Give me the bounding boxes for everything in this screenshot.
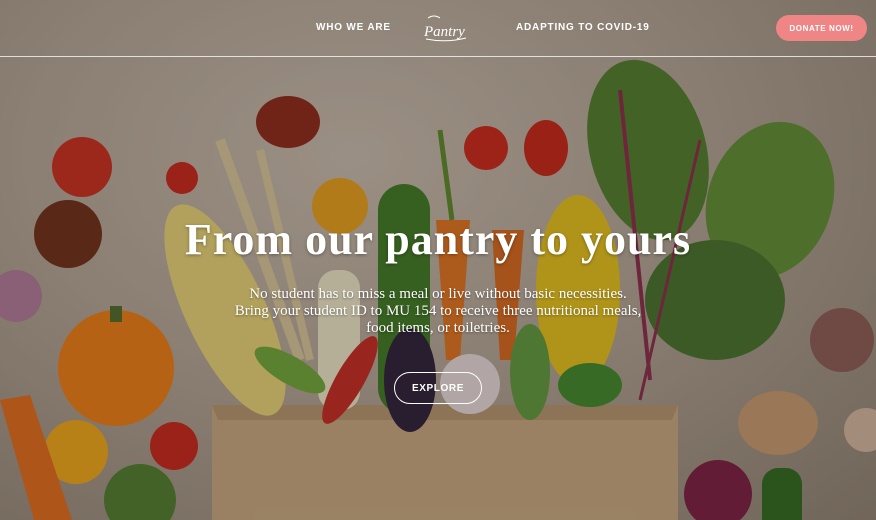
nav-who-we-are[interactable]: WHO WE ARE [316,22,391,33]
explore-button[interactable]: EXPLORE [394,372,482,404]
hero-line-3: food items, or toiletries. [366,320,510,336]
nav-adapting-covid[interactable]: ADAPTING TO COVID-19 [516,22,650,33]
svg-text:Pantry: Pantry [423,24,465,40]
pantry-logo[interactable]: Pantry [420,12,472,44]
donate-now-button[interactable]: DONATE NOW! [776,15,867,41]
hero-description: No student has to miss a meal or live wi… [0,286,876,337]
hero-line-1: No student has to miss a meal or live wi… [249,286,627,302]
top-navigation: WHO WE ARE Pantry ADAPTING TO COVID-19 D… [0,0,876,57]
hero-title: From our pantry to yours [184,215,692,264]
pantry-logo-icon: Pantry [423,15,467,42]
hero-line-2: Bring your student ID to MU 154 to recei… [234,303,642,319]
